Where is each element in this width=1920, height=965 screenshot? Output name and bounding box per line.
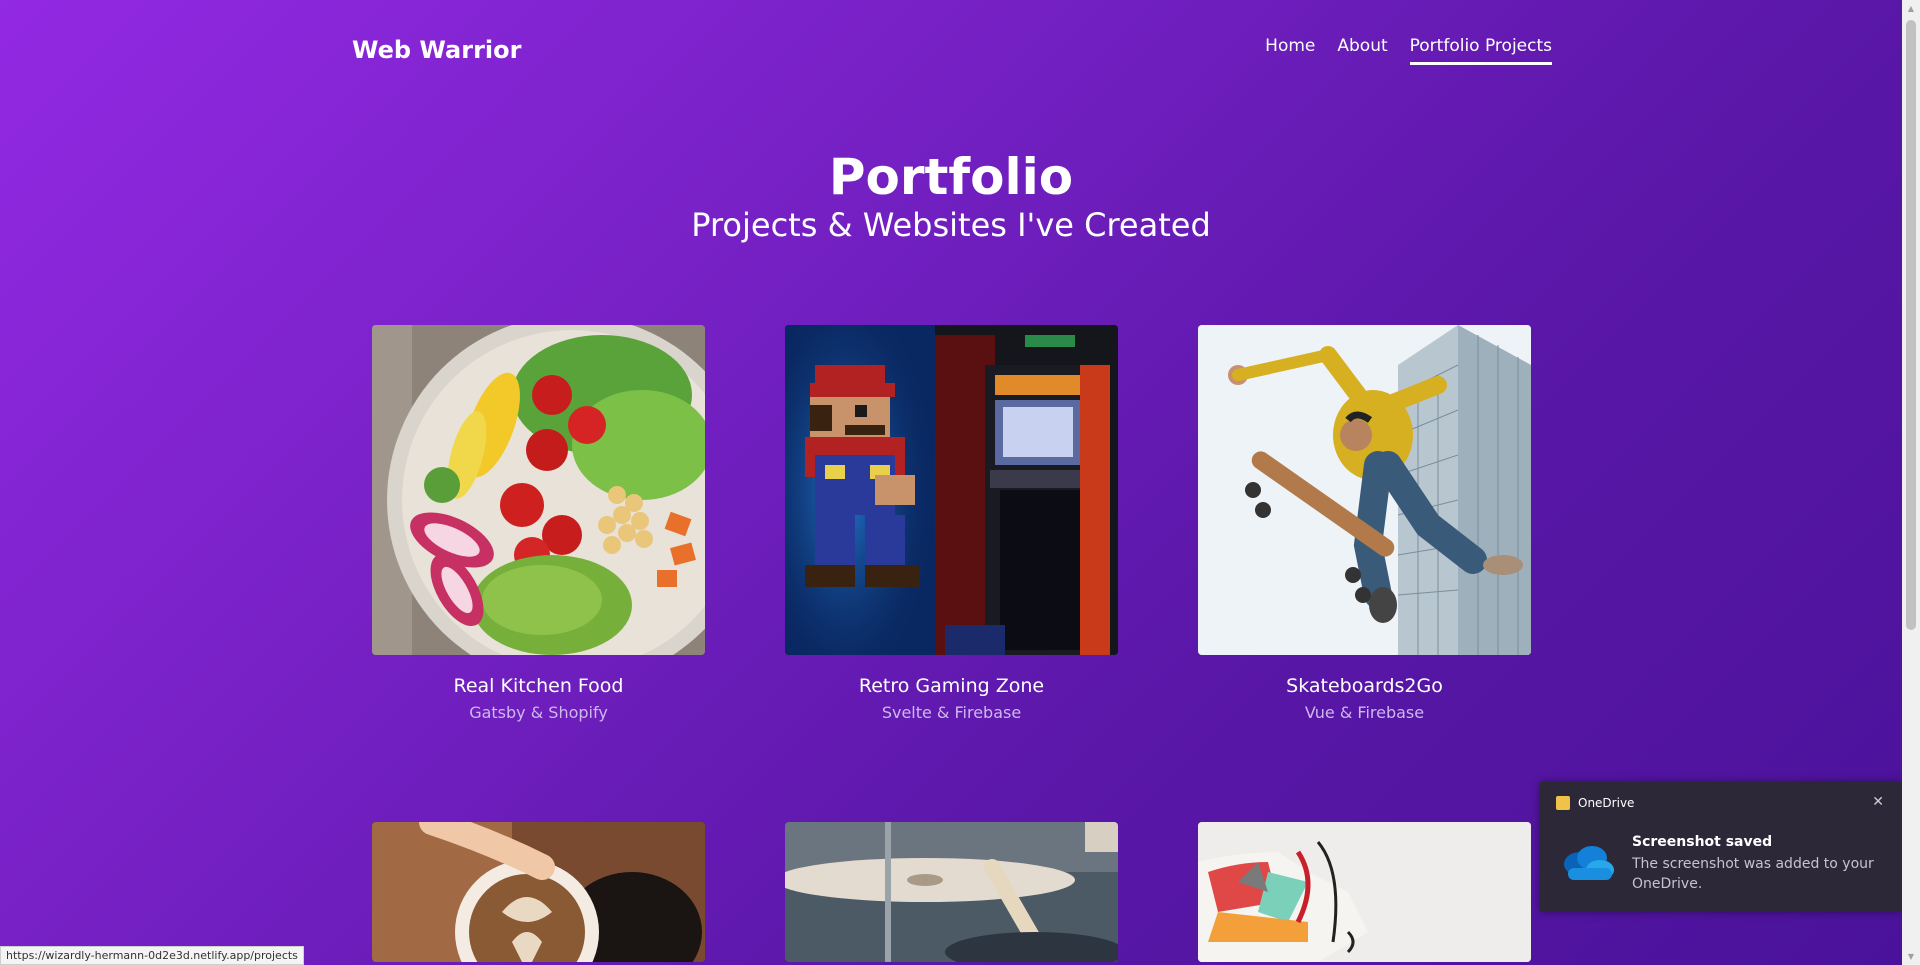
scroll-up-arrow-icon[interactable]: ▲: [1902, 0, 1920, 17]
project-title[interactable]: Retro Gaming Zone: [785, 675, 1118, 697]
page-subtitle: Projects & Websites I've Created: [691, 206, 1211, 244]
onedrive-notification[interactable]: OneDrive ✕ Screenshot saved The screensh…: [1540, 782, 1902, 912]
project-image-skateboarder[interactable]: [1198, 325, 1531, 655]
project-title[interactable]: Real Kitchen Food: [372, 675, 705, 697]
scroll-down-arrow-icon[interactable]: ▼: [1902, 948, 1920, 965]
project-stack: Gatsby & Shopify: [469, 703, 608, 722]
project-card-coffee[interactable]: [372, 822, 705, 962]
toast-header: OneDrive: [1556, 796, 1634, 810]
project-card-sneakers[interactable]: [1198, 822, 1531, 962]
onedrive-app-icon: [1556, 796, 1570, 810]
project-image-drums[interactable]: [785, 822, 1118, 962]
project-image-salad[interactable]: [372, 325, 705, 655]
vertical-scrollbar[interactable]: ▲ ▼: [1902, 0, 1920, 965]
scrollbar-thumb[interactable]: [1906, 20, 1916, 630]
project-card-real-kitchen-food[interactable]: Real Kitchen Food Gatsby & Shopify: [372, 325, 705, 722]
close-icon[interactable]: ✕: [1872, 794, 1884, 810]
project-stack: Vue & Firebase: [1304, 703, 1425, 722]
project-image-arcade[interactable]: [785, 325, 1118, 655]
main-nav: Home About Portfolio Projects: [1265, 36, 1552, 65]
onedrive-cloud-icon: [1564, 846, 1614, 880]
project-title[interactable]: Skateboards2Go: [1198, 675, 1531, 697]
status-url: https://wizardly-hermann-0d2e3d.netlify.…: [0, 946, 304, 965]
project-image-coffee[interactable]: [372, 822, 705, 962]
nav-about[interactable]: About: [1337, 36, 1387, 65]
project-card-drums[interactable]: [785, 822, 1118, 962]
toast-app-name: OneDrive: [1578, 796, 1635, 810]
page-title: Portfolio: [828, 148, 1074, 206]
project-card-skateboards2go[interactable]: Skateboards2Go Vue & Firebase: [1198, 325, 1531, 722]
toast-body: The screenshot was added to your OneDriv…: [1632, 856, 1874, 892]
site-logo[interactable]: Web Warrior: [352, 36, 521, 64]
project-card-retro-gaming-zone[interactable]: Retro Gaming Zone Svelte & Firebase: [785, 325, 1118, 722]
nav-portfolio-projects[interactable]: Portfolio Projects: [1409, 36, 1552, 65]
toast-title: Screenshot saved: [1632, 834, 1773, 850]
portfolio-page: Web Warrior Home About Portfolio Project…: [0, 0, 1902, 965]
project-stack: Svelte & Firebase: [881, 703, 1022, 722]
nav-home[interactable]: Home: [1265, 36, 1315, 65]
project-image-sneaker[interactable]: [1198, 822, 1531, 962]
